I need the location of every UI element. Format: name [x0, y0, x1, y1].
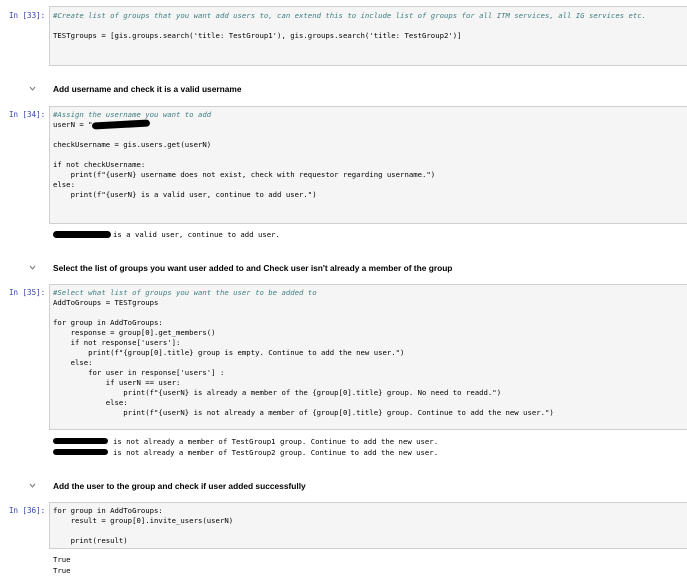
code-comment-line: #Create list of groups that you want add… — [53, 11, 647, 20]
collapse-chevron-icon[interactable] — [28, 481, 37, 490]
code-line-if: if not response['users']: — [53, 338, 181, 347]
code-line-else2: else: — [53, 398, 128, 407]
code-text: userN = " — [53, 120, 93, 129]
cell-output-35-line1: is not already a member of TestGroup1 gr… — [113, 437, 439, 446]
code-line-if: if not checkUsername: — [53, 160, 146, 169]
collapse-chevron-icon[interactable] — [28, 263, 37, 272]
code-line-print1: print(f"{userN} username does not exist,… — [53, 170, 436, 179]
code-line-print-result: print(result) — [53, 536, 128, 545]
code-line-print-member: print(f"{userN} is already a member of t… — [53, 388, 502, 397]
code-line-usern: userN = " — [53, 120, 93, 130]
redaction-mark — [53, 231, 111, 238]
cell-prompt-35: In [35]: — [9, 288, 46, 297]
code-line-if-user: if userN == user: — [53, 378, 181, 387]
cell-output-36-line2: True — [53, 566, 71, 575]
cell-output-34: is a valid user, continue to add user. — [113, 230, 280, 239]
cell-output-36-line1: True — [53, 555, 71, 564]
code-line-testgroups: TESTgroups = [gis.groups.search('title: … — [53, 31, 462, 40]
cell-prompt-36: In [36]: — [9, 506, 46, 515]
code-line-for: for group in AddToGroups: — [53, 506, 163, 515]
cell-prompt-33: In [33]: — [9, 11, 46, 20]
markdown-heading-groups: Select the list of groups you want user … — [53, 263, 453, 273]
code-line-result: result = group[0].invite_users(userN) — [53, 516, 234, 525]
markdown-heading-add-user: Add the user to the group and check if u… — [53, 481, 306, 491]
code-line-for-user: for user in response['users'] : — [53, 368, 225, 377]
cell-prompt-34: In [34]: — [9, 110, 46, 119]
code-line-else: else: — [53, 180, 75, 189]
code-line-print2: print(f"{userN} is a valid user, continu… — [53, 190, 317, 199]
code-line-print-empty: print(f"{group[0].title} group is empty.… — [53, 348, 405, 357]
notebook-page: { "cells": { "c33": { "prompt": "In [33]… — [0, 0, 687, 577]
redaction-mark — [53, 438, 108, 444]
code-line-checkusername: checkUsername = gis.users.get(userN) — [53, 140, 212, 149]
cell-output-35-line2: is not already a member of TestGroup2 gr… — [113, 448, 439, 457]
code-line-response: response = group[0].get_members() — [53, 328, 216, 337]
markdown-heading-username: Add username and check it is a valid use… — [53, 84, 242, 94]
code-line-print-notmember: print(f"{userN} is not already a member … — [53, 408, 554, 417]
redaction-mark — [53, 449, 108, 455]
code-line-addtogroups: AddToGroups = TESTgroups — [53, 298, 159, 307]
collapse-chevron-icon[interactable] — [28, 84, 37, 93]
code-comment-line: #Select what list of groups you want the… — [53, 288, 317, 297]
code-line-for: for group in AddToGroups: — [53, 318, 163, 327]
code-line-else: else: — [53, 358, 93, 367]
code-comment-line: #Assign the username you want to add — [53, 110, 212, 119]
